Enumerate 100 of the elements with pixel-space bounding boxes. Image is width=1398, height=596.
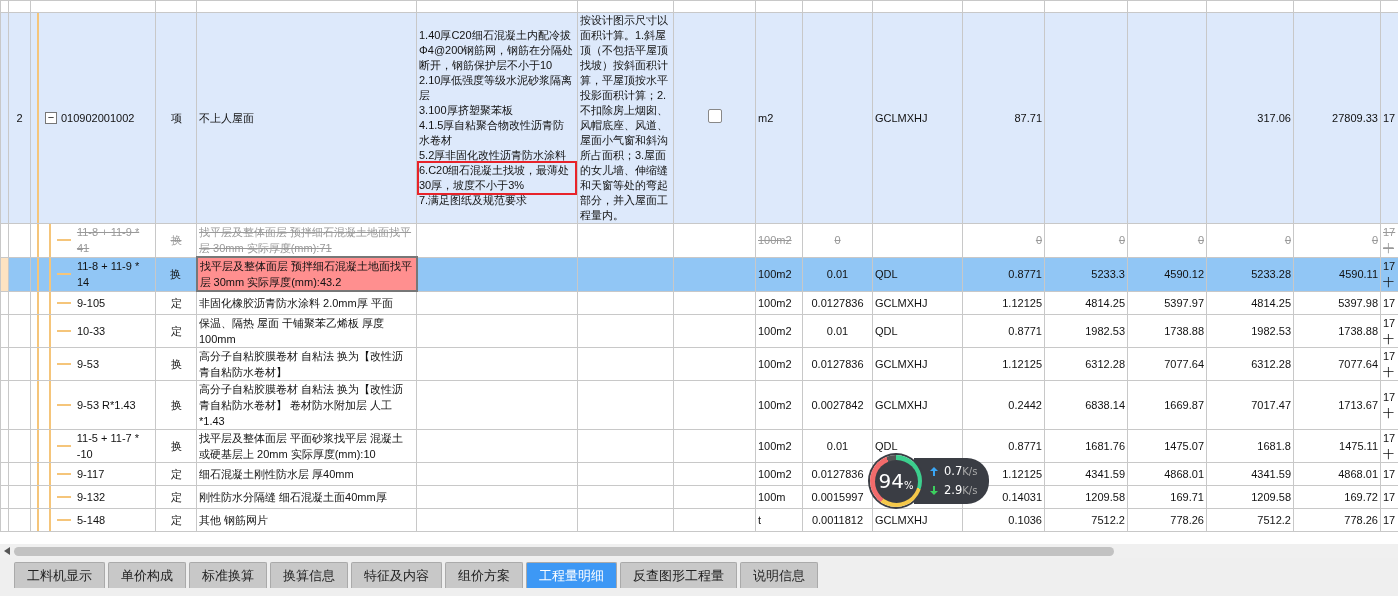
table-cell: 1982.53 bbox=[1044, 314, 1128, 347]
item-code: 010902001002 bbox=[61, 110, 135, 126]
tab[interactable]: 标准换算 bbox=[189, 562, 267, 588]
table-cell: 0.2442 bbox=[962, 380, 1045, 429]
table-cell: 0.0127836 bbox=[802, 291, 873, 314]
scroll-left-icon[interactable] bbox=[4, 547, 10, 555]
tab[interactable]: 换算信息 bbox=[270, 562, 348, 588]
item-code: 9-53 R*1.43 bbox=[77, 397, 136, 413]
download-arrow-icon bbox=[930, 486, 938, 495]
name-cell: 高分子自粘胶膜卷材 自粘法 换为【改性沥青自粘防水卷材】 bbox=[196, 347, 417, 380]
tree-connector bbox=[57, 472, 71, 475]
item-code: 9-132 bbox=[77, 489, 106, 505]
tree-connector bbox=[57, 403, 71, 406]
tab[interactable]: 工料机显示 bbox=[14, 562, 105, 588]
speed-unit: K/s bbox=[962, 485, 978, 496]
item-code: 9-105 bbox=[77, 295, 106, 311]
table-cell: 1738.88 bbox=[1127, 314, 1207, 347]
table-cell: 0 bbox=[1293, 223, 1381, 257]
table-cell: QDL bbox=[872, 314, 963, 347]
table-cell: 0.01 bbox=[802, 314, 873, 347]
category-cell: 定 bbox=[155, 485, 197, 508]
percent-text: 94 bbox=[878, 468, 904, 495]
feature-line: 6.C20细石混凝土找坡，最薄处30厚，坡度不小于3% bbox=[419, 163, 575, 193]
table-cell: 1.12125 bbox=[962, 291, 1045, 314]
table-cell: 5233.3 bbox=[1044, 257, 1128, 291]
tree-connector bbox=[57, 362, 71, 365]
tree-connector bbox=[57, 518, 71, 521]
checkbox[interactable] bbox=[707, 109, 722, 123]
table-cell: 4868.01 bbox=[1127, 462, 1207, 485]
name-cell: 不上人屋面 bbox=[196, 12, 417, 224]
speed-unit: K/s bbox=[962, 466, 978, 477]
feature-line: 3.100厚挤塑聚苯板 bbox=[419, 103, 514, 118]
table-cell: 0.0011812 bbox=[802, 508, 873, 531]
category-cell: 换 bbox=[155, 429, 197, 462]
table-cell: 0.8771 bbox=[962, 257, 1045, 291]
table-cell: 5233.28 bbox=[1206, 257, 1294, 291]
table-cell: 4590.11 bbox=[1293, 257, 1381, 291]
feature-line: 1.40厚C20细石混凝土内配冷拔Φ4@200钢筋网，钢筋在分隔处断开，钢筋保护层不小于10 bbox=[419, 28, 575, 73]
table-cell: 0.01 bbox=[802, 429, 873, 462]
table-cell: 7077.64 bbox=[1127, 347, 1207, 380]
scrollbar-thumb[interactable] bbox=[14, 546, 1114, 556]
collapse-toggle[interactable]: − bbox=[45, 112, 57, 124]
table-cell: 1669.87 bbox=[1127, 380, 1207, 429]
tab[interactable]: 特征及内容 bbox=[351, 562, 442, 588]
table-cell: GCLMXHJ bbox=[872, 508, 963, 531]
item-code: 11-5 + 11-7 * -10 bbox=[76, 430, 141, 461]
item-code: 5-148 bbox=[77, 512, 106, 528]
upload-speed: 0.7 bbox=[944, 464, 963, 478]
table-cell: 87.71 bbox=[962, 12, 1045, 224]
tree-connector bbox=[57, 301, 71, 304]
table-cell: 100m bbox=[755, 485, 803, 508]
tree-connector bbox=[57, 495, 71, 498]
table-cell: 4868.01 bbox=[1293, 462, 1381, 485]
rule-text: 按设计图示尺寸以面积计算。1.斜屋顶（不包括平屋顶找坡）按斜面积计算，平屋顶按水平投影面积计算；2.不扣除房上烟囱、风帽底座、风道、屋面小气窗和斜沟所占面积；3.屋面的女儿墙、伸缩缝和天窗等处的弯起部分，并入屋面工程量内。 bbox=[580, 13, 669, 223]
category-cell: 定 bbox=[155, 508, 197, 531]
item-code: 9-117 bbox=[77, 466, 105, 482]
table-cell: 1209.58 bbox=[1044, 485, 1128, 508]
tree-connector bbox=[56, 444, 71, 447]
horizontal-scrollbar[interactable] bbox=[0, 544, 1398, 558]
table-cell: 7512.2 bbox=[1206, 508, 1294, 531]
tab[interactable]: 组价方案 bbox=[445, 562, 523, 588]
table-cell: 4814.25 bbox=[1044, 291, 1128, 314]
category-cell: 换 bbox=[155, 223, 197, 257]
download-speed: 2.9 bbox=[944, 483, 963, 497]
table-cell: 0.0027842 bbox=[802, 380, 873, 429]
table-cell: QDL bbox=[872, 257, 963, 291]
table-cell: 0 bbox=[962, 223, 1045, 257]
tab[interactable]: 单价构成 bbox=[108, 562, 186, 588]
category-cell: 定 bbox=[155, 291, 197, 314]
category-cell: 换 bbox=[155, 380, 197, 429]
row-number: 2 bbox=[8, 12, 31, 224]
table-cell: 0.8771 bbox=[962, 314, 1045, 347]
table-cell: 6312.28 bbox=[1206, 347, 1294, 380]
table-cell: 100m2 bbox=[755, 429, 803, 462]
table-cell: 0 bbox=[802, 223, 873, 257]
name-cell: 非固化橡胶沥青防水涂料 2.0mm厚 平面 bbox=[196, 291, 417, 314]
table-cell: 4341.59 bbox=[1044, 462, 1128, 485]
table-cell: 1681.8 bbox=[1206, 429, 1294, 462]
name-cell: 保温、隔热 屋面 干铺聚苯乙烯板 厚度100mm bbox=[196, 314, 417, 347]
table-cell: 100m2 bbox=[755, 347, 803, 380]
name-cell: 刚性防水分隔缝 细石混凝土面40mm厚 bbox=[196, 485, 417, 508]
table-cell: 27809.33 bbox=[1293, 12, 1381, 224]
name-cell: 细石混凝土刚性防水层 厚40mm bbox=[196, 462, 417, 485]
name-cell: 其他 钢筋网片 bbox=[196, 508, 417, 531]
table-cell: 1982.53 bbox=[1206, 314, 1294, 347]
tab[interactable]: 说明信息 bbox=[740, 562, 818, 588]
table-cell: 7017.47 bbox=[1206, 380, 1294, 429]
name-cell: 找平层及整体面层 预拌细石混凝土地面找平层 30mm 实际厚度(mm):43.2 bbox=[196, 257, 417, 291]
table-cell: GCLMXHJ bbox=[872, 380, 963, 429]
table-cell: GCLMXHJ bbox=[872, 291, 963, 314]
tab[interactable]: 反查图形工程量 bbox=[620, 562, 737, 588]
table-cell: 0.0127836 bbox=[802, 347, 873, 380]
table-cell: 1681.76 bbox=[1044, 429, 1128, 462]
table-cell: 169.72 bbox=[1293, 485, 1381, 508]
table-cell: 4341.59 bbox=[1206, 462, 1294, 485]
table-cell: 100m2 bbox=[755, 380, 803, 429]
table-cell: GCLMXHJ bbox=[872, 12, 963, 224]
table-cell: m2 bbox=[755, 12, 803, 224]
item-code: 10-33 bbox=[77, 323, 106, 339]
table-cell: 100m2 bbox=[755, 223, 803, 257]
